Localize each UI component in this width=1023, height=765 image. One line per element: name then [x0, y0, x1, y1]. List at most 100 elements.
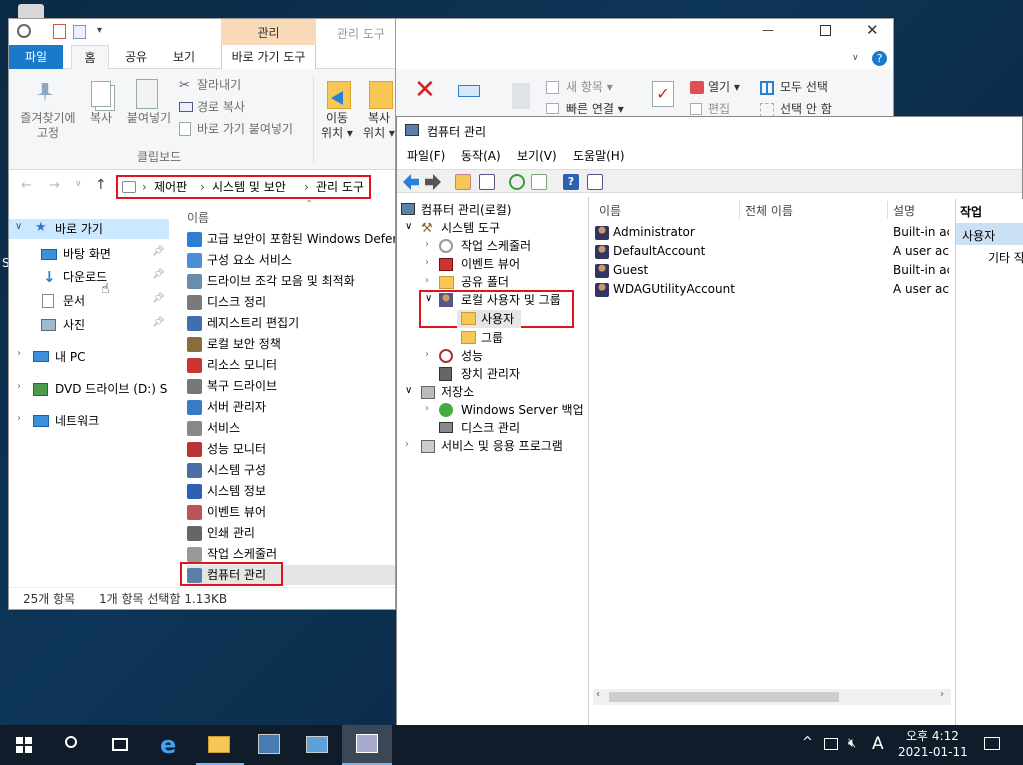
tree-event-viewer[interactable]: 이벤트 뷰어: [461, 255, 520, 273]
expand-chevron-icon[interactable]: ∨: [425, 293, 432, 304]
nav-documents[interactable]: 문서: [63, 291, 85, 311]
nav-quick-access[interactable]: 바로 가기: [55, 219, 103, 239]
file-item[interactable]: 시스템 구성: [187, 460, 266, 480]
menu-file[interactable]: 파일(F): [407, 145, 445, 167]
expand-chevron-icon[interactable]: ›: [17, 381, 21, 392]
expand-chevron-icon[interactable]: ∨: [405, 385, 412, 396]
help-book-icon[interactable]: ?: [563, 174, 579, 190]
show-hidden-icons[interactable]: ^: [802, 735, 813, 750]
tree-root[interactable]: 컴퓨터 관리(로컬): [421, 201, 511, 219]
expand-chevron-icon[interactable]: ∨: [15, 221, 22, 232]
settings-gear-icon[interactable]: [17, 24, 31, 38]
back-arrow-icon[interactable]: ←: [21, 178, 32, 193]
file-item[interactable]: 드라이브 조각 모음 및 최적화: [187, 271, 355, 291]
help-icon[interactable]: ?: [872, 51, 887, 66]
expand-chevron-icon[interactable]: ›: [17, 413, 21, 424]
breadcrumb-system-security[interactable]: 시스템 및 보안: [212, 177, 286, 197]
clock-date[interactable]: 2021-01-11: [898, 745, 968, 759]
tree-performance[interactable]: 성능: [461, 347, 483, 365]
tree-task-scheduler[interactable]: 작업 스케줄러: [461, 237, 531, 255]
nav-network[interactable]: 네트워크: [55, 411, 99, 431]
tree-windows-server-backup[interactable]: Windows Server 백업: [461, 401, 584, 419]
export-list-icon[interactable]: [531, 174, 547, 190]
new-item-button[interactable]: 새 항목 ▾: [566, 77, 613, 97]
expand-chevron-icon[interactable]: ›: [405, 439, 409, 450]
properties-check-icon[interactable]: ✓: [652, 81, 674, 107]
menu-action[interactable]: 동작(A): [461, 145, 501, 167]
file-item[interactable]: 복구 드라이브: [187, 376, 277, 396]
file-item[interactable]: 레지스트리 편집기: [187, 313, 299, 333]
tree-device-manager[interactable]: 장치 관리자: [461, 365, 520, 383]
tree-local-users-groups[interactable]: 로컬 사용자 및 그룹: [461, 291, 561, 309]
file-item[interactable]: 성능 모니터: [187, 439, 266, 459]
file-item[interactable]: 구성 요소 서비스: [187, 250, 292, 270]
tab-share[interactable]: 공유: [117, 45, 155, 69]
paste-button[interactable]: 붙여넣기: [121, 111, 177, 126]
taskbar-explorer[interactable]: [196, 725, 244, 765]
file-item[interactable]: 고급 보안이 포함된 Windows Defender: [187, 229, 395, 249]
maximize-icon[interactable]: [820, 25, 831, 36]
delete-x-icon[interactable]: ✕: [414, 77, 436, 103]
taskbar-ie[interactable]: e: [148, 725, 196, 765]
refresh-icon[interactable]: [509, 174, 525, 190]
tree-users[interactable]: 사용자: [481, 310, 514, 328]
up-arrow-icon[interactable]: ↑: [95, 177, 107, 193]
select-all-button[interactable]: 모두 선택: [780, 77, 828, 97]
properties-icon[interactable]: [53, 24, 66, 39]
file-item[interactable]: 디스크 정리: [187, 292, 266, 312]
tree-disk-management[interactable]: 디스크 관리: [461, 419, 520, 437]
breadcrumb-control-panel[interactable]: 제어판: [154, 177, 187, 197]
paste-shortcut-button[interactable]: 바로 가기 붙여넣기: [197, 119, 293, 139]
forward-arrow-icon[interactable]: →: [49, 178, 60, 193]
file-item[interactable]: 이벤트 뷰어: [187, 502, 266, 522]
move-to-button[interactable]: 이동 위치 ▾: [317, 111, 357, 141]
task-view-button[interactable]: [96, 725, 144, 765]
nav-dvd-drive[interactable]: DVD 드라이브 (D:) S: [55, 379, 167, 399]
horizontal-scrollbar[interactable]: ‹ ›: [593, 689, 951, 705]
nav-this-pc[interactable]: 내 PC: [55, 347, 85, 367]
new-folder-icon[interactable]: [73, 25, 86, 39]
tree-storage[interactable]: 저장소: [441, 383, 474, 401]
menu-view[interactable]: 보기(V): [517, 145, 557, 167]
start-button[interactable]: [0, 725, 48, 765]
expand-chevron-icon[interactable]: ›: [17, 348, 21, 359]
search-button[interactable]: [48, 725, 96, 765]
expand-chevron-icon[interactable]: ›: [425, 239, 429, 250]
tab-home[interactable]: 홈: [71, 45, 109, 69]
pin-button[interactable]: 즐겨찾기에 고정: [13, 111, 83, 141]
user-row[interactable]: Administrator Built-in acc: [593, 223, 951, 242]
expand-chevron-icon[interactable]: ›: [425, 275, 429, 286]
network-tray-icon[interactable]: [824, 738, 838, 750]
scroll-right-icon[interactable]: ›: [940, 689, 944, 700]
scroll-left-icon[interactable]: ‹: [596, 689, 600, 700]
ribbon-collapse-icon[interactable]: ∨: [852, 53, 859, 63]
user-row[interactable]: WDAGUtilityAccount A user acc: [593, 280, 951, 299]
show-action-pane-icon[interactable]: [587, 174, 603, 190]
taskbar-server-manager[interactable]: [246, 725, 294, 765]
user-row[interactable]: DefaultAccount A user acc: [593, 242, 951, 261]
ime-indicator[interactable]: A: [872, 734, 884, 754]
file-item[interactable]: 인쇄 관리: [187, 523, 255, 543]
tree-services-applications[interactable]: 서비스 및 응용 프로그램: [441, 437, 563, 455]
copy-button[interactable]: 복사: [85, 111, 117, 126]
qat-dropdown-icon[interactable]: ▾: [97, 25, 102, 36]
taskbar-admin-tools[interactable]: [294, 725, 342, 765]
column-header-full-name[interactable]: 전체 이름: [745, 202, 793, 219]
tab-shortcut-tools[interactable]: 바로 가기 도구: [221, 45, 316, 69]
actions-users-label[interactable]: 사용자: [962, 227, 995, 244]
nav-pictures[interactable]: 사진: [63, 315, 85, 335]
file-item[interactable]: 서버 관리자: [187, 397, 266, 417]
tree-system-tools[interactable]: 시스템 도구: [441, 219, 500, 237]
file-item[interactable]: 로컬 보안 정책: [187, 334, 281, 354]
nav-desktop[interactable]: 바탕 화면: [63, 244, 111, 264]
close-icon[interactable]: ✕: [866, 21, 879, 39]
taskbar-computer-management[interactable]: [342, 725, 392, 765]
volume-muted-icon[interactable]: 🔇︎: [848, 736, 856, 751]
file-item[interactable]: 리소스 모니터: [187, 355, 277, 375]
column-header-name[interactable]: 이름: [599, 202, 621, 219]
up-folder-icon[interactable]: [455, 174, 471, 190]
file-item[interactable]: 서비스: [187, 418, 240, 438]
tree-shared-folders[interactable]: 공유 폴더: [461, 273, 509, 291]
file-item[interactable]: 작업 스케줄러: [187, 544, 277, 564]
scroll-thumb[interactable]: [609, 692, 839, 702]
